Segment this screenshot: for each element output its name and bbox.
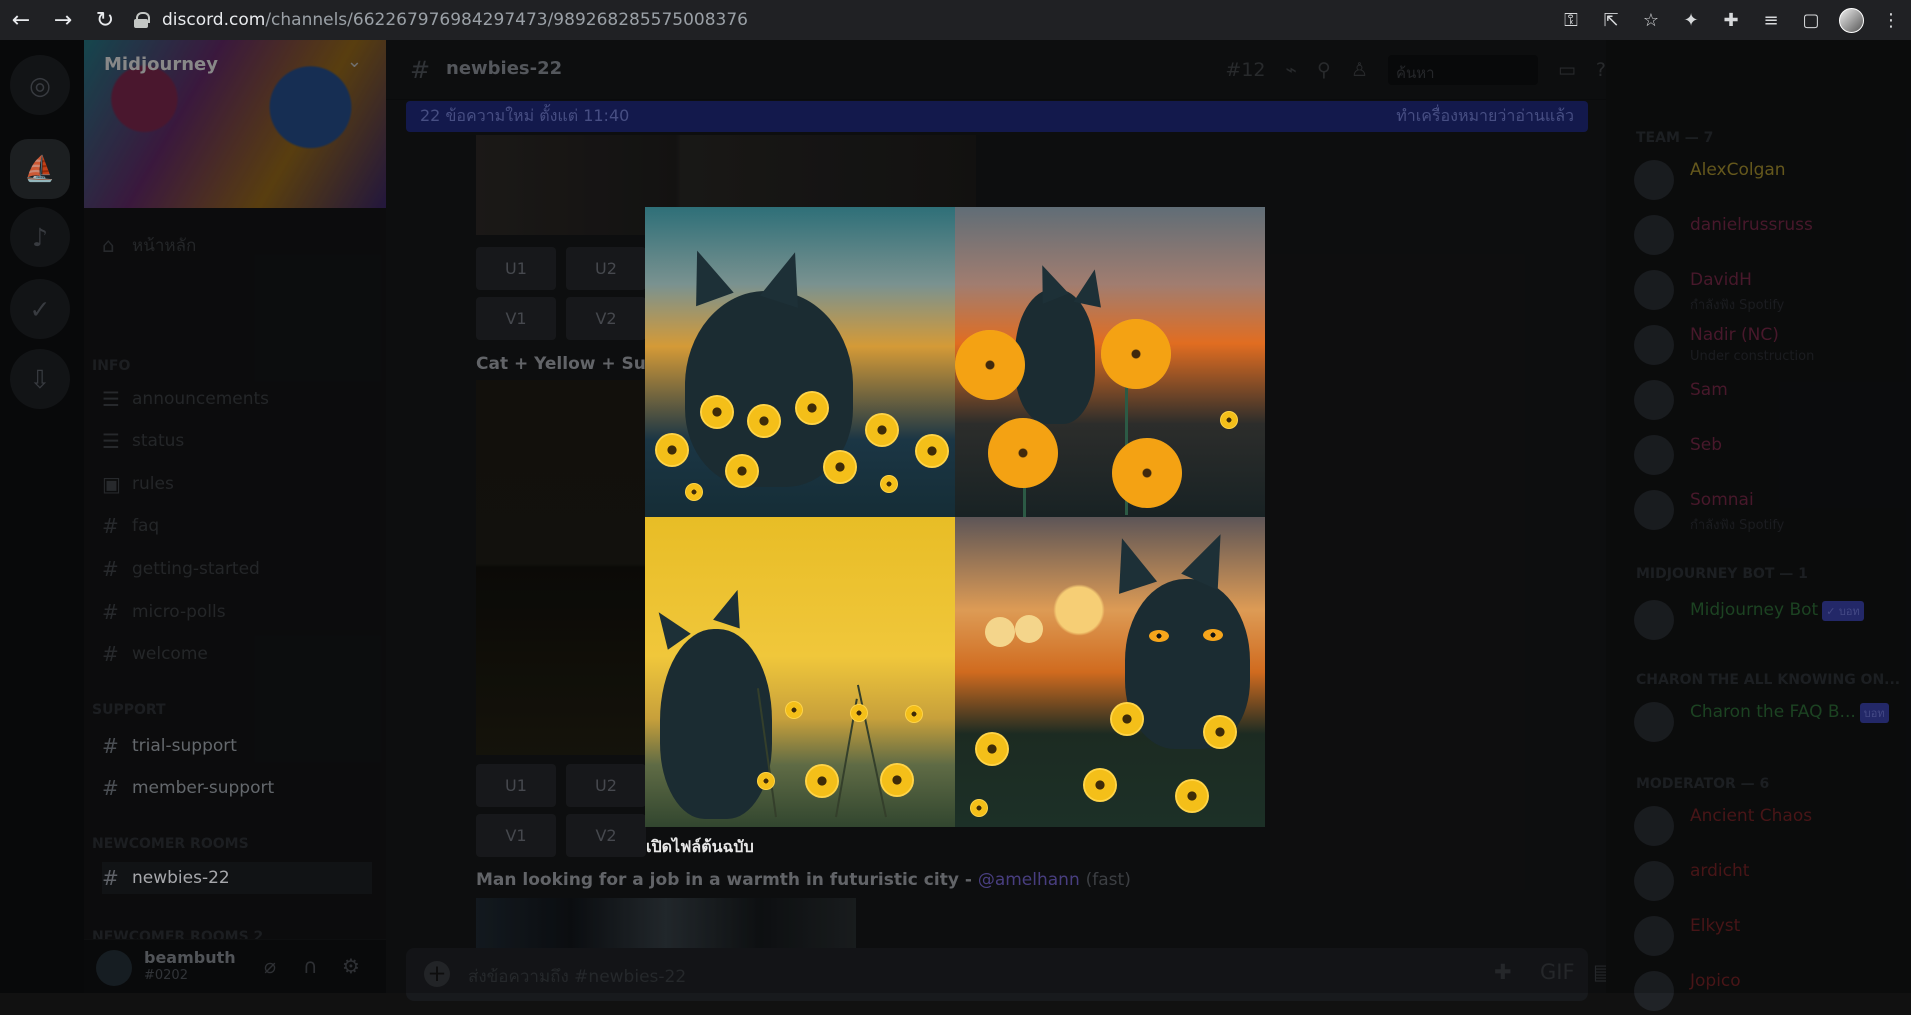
bookmark-star-icon[interactable]: ☆ [1631,0,1671,40]
generated-image-3 [645,517,955,827]
extension-icon[interactable]: ✦ [1671,0,1711,40]
address-bar[interactable]: discord.com/channels/662267976984297473/… [134,5,1514,35]
reload-button[interactable]: ↻ [84,0,126,40]
generated-image-4 [955,517,1265,827]
forward-button[interactable]: → [42,0,84,40]
browser-toolbar: ← → ↻ discord.com/channels/6622679769842… [0,0,1911,40]
url-path: /channels/662267976984297473/98926828557… [265,10,748,30]
profile-avatar[interactable] [1831,0,1871,40]
lock-icon [134,12,150,28]
reading-list-icon[interactable]: ≡ [1751,0,1791,40]
generated-image-2 [955,207,1265,517]
puzzle-icon[interactable]: ✚ [1711,0,1751,40]
window-icon[interactable]: ▢ [1791,0,1831,40]
menu-icon[interactable]: ⋮ [1871,0,1911,40]
open-original-link[interactable]: เปิดไฟล์ต้นฉบับ [646,835,754,860]
url-host: discord.com [162,10,266,30]
key-icon[interactable]: ⚿ [1551,0,1591,40]
image-viewer[interactable] [645,207,1265,827]
back-button[interactable]: ← [0,0,42,40]
share-icon[interactable]: ⇱ [1591,0,1631,40]
generated-image-1 [645,207,955,517]
